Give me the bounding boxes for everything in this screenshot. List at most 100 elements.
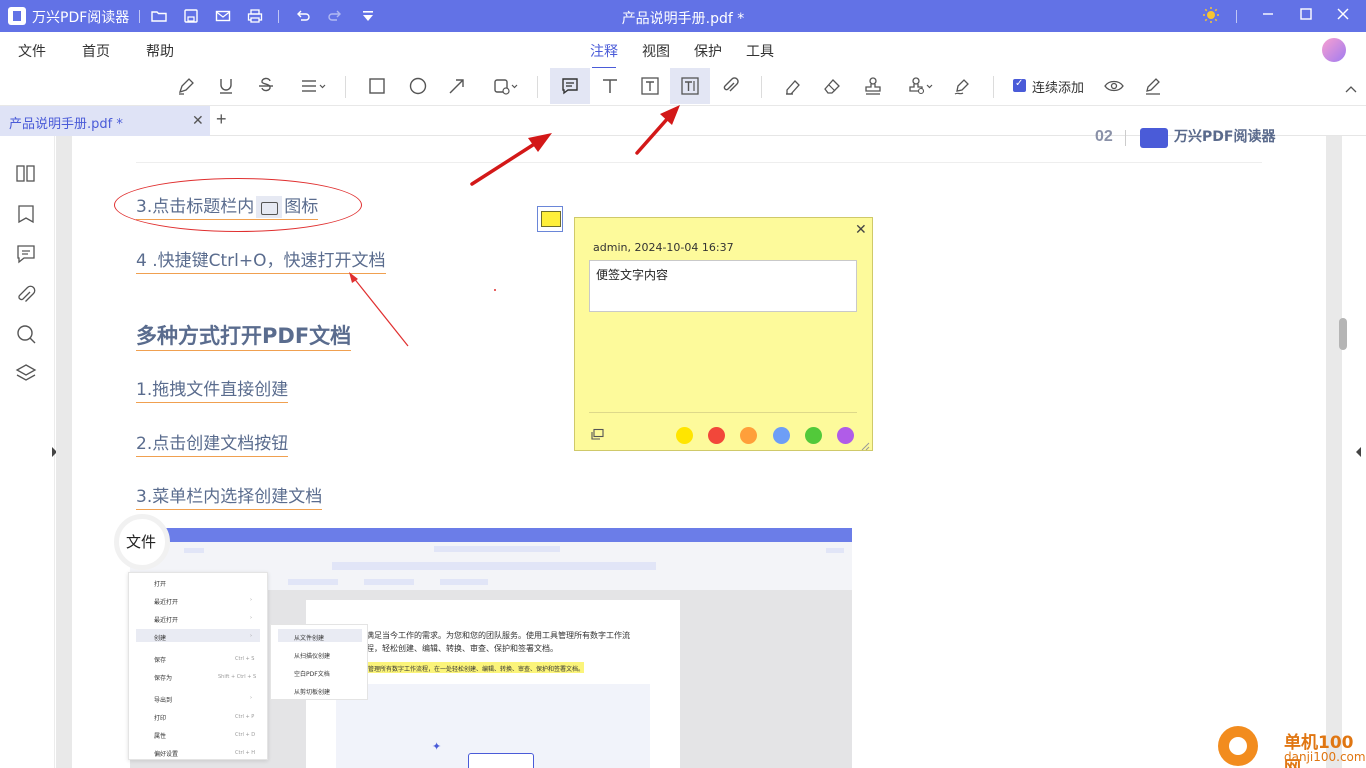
menu-file[interactable]: 文件 (18, 41, 46, 61)
text-markup-dropdown-icon[interactable] (290, 68, 336, 104)
close-tab-icon[interactable]: ✕ (192, 112, 204, 129)
note-divider (589, 412, 857, 413)
embedded-doc-text-2: 程，轻松创建、编辑、转换、审查、保护和签署文档。 (366, 644, 558, 653)
underline-icon[interactable] (206, 68, 246, 104)
tab-protect[interactable]: 保护 (694, 41, 722, 61)
doc-line-create1: 1.拖拽文件直接创建 (136, 375, 289, 403)
title-separator (1236, 10, 1237, 23)
embedded-menu-key: Ctrl + H (235, 750, 256, 756)
continuous-add-checkbox[interactable] (1013, 78, 1026, 92)
eraser-icon[interactable] (812, 68, 852, 104)
embedded-menu-key: › (250, 633, 252, 639)
embedded-menu-key: › (250, 615, 252, 621)
doc-line-create3: 3.菜单栏内选择创建文档 (136, 482, 323, 510)
doc-line-create2: 2.点击创建文档按钮 (136, 429, 289, 457)
embedded-menu-item: 创建 (154, 635, 167, 642)
red-ellipse-annotation[interactable] (114, 178, 362, 232)
annotation-toolbar (0, 68, 1366, 106)
note-color-orange[interactable] (740, 427, 757, 444)
arrow-icon[interactable] (437, 68, 477, 104)
vertical-scrollbar[interactable] (1339, 318, 1347, 350)
rectangle-icon[interactable] (357, 68, 397, 104)
signature-stamp-dropdown-icon[interactable] (897, 68, 943, 104)
note-text: 便签文字内容 (596, 268, 669, 282)
sticky-note-marker-icon[interactable] (537, 206, 563, 232)
page-header-rule (136, 162, 1262, 163)
tab-annotate[interactable]: 注释 (590, 41, 618, 69)
typewriter-text-icon[interactable] (590, 68, 630, 104)
embedded-menu-key: › (250, 597, 252, 603)
maximize-button[interactable] (1296, 6, 1316, 26)
note-color-yellow[interactable] (676, 427, 693, 444)
embedded-menu-key: Ctrl + P (235, 714, 255, 720)
embedded-file-label: 文件 (126, 533, 157, 551)
sign-pen-icon[interactable] (942, 68, 982, 104)
embedded-menu-item: 保存为 (154, 675, 173, 682)
doc-section-heading: 多种方式打开PDF文档 (136, 320, 352, 351)
user-avatar[interactable] (1322, 38, 1346, 62)
embedded-menu-key: Ctrl + S (235, 656, 255, 662)
watermark-url: danji100.com (1284, 750, 1366, 764)
doc-line-step4: 4 .快捷键Ctrl+O，快速打开文档 (136, 246, 386, 274)
comments-icon[interactable] (14, 242, 38, 266)
collapse-ribbon-chevron-up-icon[interactable] (1336, 76, 1366, 104)
continuous-add-label: 连续添加 (1032, 81, 1085, 96)
embedded-menu-item: 偏好设置 (154, 751, 179, 758)
embedded-submenu-item: 从剪切板创建 (294, 689, 331, 696)
toolbar-separator (345, 76, 346, 98)
highlight-pen-icon[interactable] (166, 68, 206, 104)
file-tab-label: 产品说明手册.pdf * (9, 117, 123, 132)
embedded-menu-item: 最近打开 (154, 599, 179, 606)
circle-icon[interactable] (398, 68, 438, 104)
note-resize-handle-icon[interactable] (860, 438, 870, 451)
theme-sun-icon[interactable] (1201, 6, 1221, 26)
layers-icon[interactable] (14, 362, 38, 386)
embedded-submenu-item: 从文件创建 (294, 635, 325, 642)
bookmarks-icon[interactable] (14, 202, 38, 226)
note-color-green[interactable] (805, 427, 822, 444)
tab-tools[interactable]: 工具 (746, 41, 774, 61)
left-sidebar (0, 136, 55, 768)
textbox-icon[interactable] (630, 68, 670, 104)
close-window-button[interactable] (1333, 6, 1353, 26)
embedded-button (468, 753, 534, 768)
minimize-button[interactable] (1258, 6, 1278, 26)
page-header-separator (1125, 130, 1126, 146)
note-reply-icon[interactable] (590, 428, 604, 442)
embedded-menu-item: 打印 (154, 715, 167, 722)
callout-textbox-icon[interactable] (670, 68, 710, 104)
toolbar-separator (993, 76, 994, 98)
embedded-menu-item: 打开 (154, 581, 167, 588)
new-tab-plus-icon[interactable]: + (216, 109, 227, 130)
expand-right-panel-icon[interactable] (1356, 447, 1361, 457)
note-close-icon[interactable]: ✕ (855, 221, 867, 238)
attachment-icon[interactable] (710, 68, 750, 104)
edit-annotation-pen-icon[interactable] (1133, 68, 1173, 104)
stamp-icon[interactable] (853, 68, 893, 104)
search-icon[interactable] (14, 322, 38, 346)
tab-view[interactable]: 视图 (642, 41, 670, 61)
file-tab[interactable]: 产品说明手册.pdf * ✕ (0, 106, 210, 136)
note-color-purple[interactable] (837, 427, 854, 444)
area-highlight-icon[interactable] (773, 68, 813, 104)
sticky-note-icon[interactable] (550, 68, 590, 104)
page-header-brand: 万兴PDF阅读器 (1174, 129, 1276, 145)
title-bar: 万兴PDF阅读器 产品说明手册.pdf * (0, 0, 1366, 32)
menu-home[interactable]: 首页 (82, 41, 110, 61)
embedded-menu-item: 属性 (154, 733, 167, 740)
note-color-blue[interactable] (773, 427, 790, 444)
attachments-icon[interactable] (14, 284, 38, 308)
embedded-submenu-item: 空白PDF文档 (294, 671, 330, 678)
document-title: 产品说明手册.pdf * (621, 11, 745, 27)
note-color-red[interactable] (708, 427, 725, 444)
note-author-date: admin, 2024-10-04 16:37 (593, 241, 734, 254)
embedded-submenu-item: 从扫描仪创建 (294, 653, 331, 660)
menu-help[interactable]: 帮助 (146, 41, 174, 61)
thumbnails-icon[interactable] (14, 162, 38, 186)
menu-bar: 文件 首页 帮助 注释 视图 保护 工具 (0, 32, 1366, 69)
shape-dropdown-icon[interactable] (482, 68, 528, 104)
strikethrough-icon[interactable] (246, 68, 286, 104)
embedded-menu-item: 导出到 (154, 697, 173, 704)
show-annotations-eye-icon[interactable] (1094, 68, 1134, 104)
embedded-titlebar (160, 528, 852, 542)
